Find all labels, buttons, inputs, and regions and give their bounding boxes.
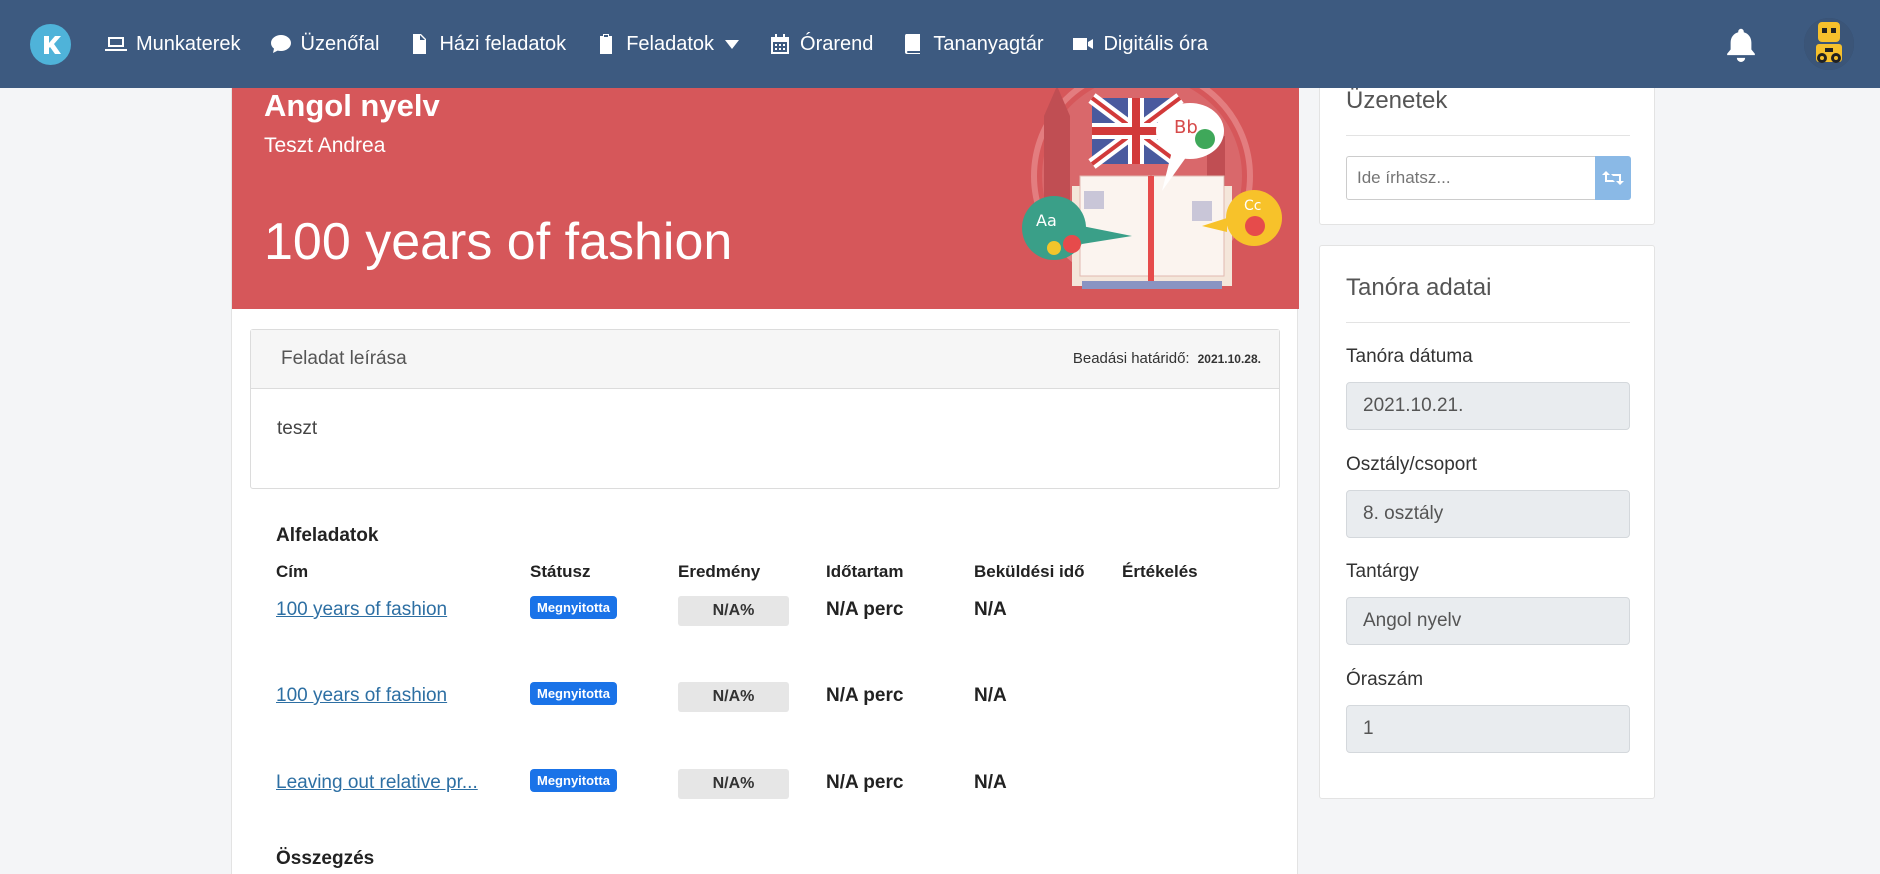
svg-text:Cc: Cc <box>1244 198 1261 214</box>
col-header-title: Cím <box>276 562 309 581</box>
lesson-info-title: Tanóra adatai <box>1346 274 1492 301</box>
nav-item-tananyagtar[interactable]: Tananyagtár <box>901 32 1043 56</box>
calendar-icon <box>771 34 790 54</box>
field-label-class: Osztály/csoport <box>1346 454 1477 475</box>
nav-label: Üzenőfal <box>300 32 380 55</box>
subtask-link[interactable]: 100 years of fashion <box>276 685 486 707</box>
banner-teacher: Teszt Andrea <box>264 134 386 157</box>
field-value-lesson-number: 1 <box>1346 705 1630 753</box>
field-label-subject: Tantárgy <box>1346 561 1419 582</box>
nav-label: Órarend <box>800 32 874 55</box>
card-title: Feladat leírása <box>281 348 407 369</box>
result-value: N/A% <box>678 682 789 712</box>
duration-value: N/A perc <box>826 685 904 706</box>
nav-label: Tananyagtár <box>933 32 1044 55</box>
nav-label: Házi feladatok <box>439 32 567 55</box>
subtask-link[interactable]: 100 years of fashion <box>276 599 486 621</box>
logo[interactable] <box>30 24 71 65</box>
caret-down-icon <box>725 40 740 49</box>
nav-item-feladatok[interactable]: Feladatok <box>594 32 740 56</box>
video-camera-icon <box>1073 38 1094 50</box>
message-input[interactable] <box>1346 156 1595 200</box>
nav-label: Feladatok <box>626 32 715 55</box>
field-value-subject: Angol nyelv <box>1346 597 1630 645</box>
book-icon <box>905 34 921 54</box>
result-value: N/A% <box>678 596 789 626</box>
field-label-date: Tanóra dátuma <box>1346 346 1473 367</box>
nav-label: Munkaterek <box>136 32 241 55</box>
nav-label: Digitális óra <box>1103 32 1208 55</box>
field-label-lesson-number: Óraszám <box>1346 669 1424 690</box>
duration-value: N/A perc <box>826 772 904 793</box>
english-illustration-icon: Bb Aa Cc <box>1022 88 1282 289</box>
status-badge: Megnyitotta <box>530 682 617 705</box>
avatar[interactable] <box>1804 18 1854 70</box>
banner-title: 100 years of fashion <box>264 213 733 271</box>
nav-item-orarend[interactable]: Órarend <box>768 32 873 56</box>
subtask-link[interactable]: Leaving out relative pr... <box>276 772 486 794</box>
divider <box>1346 322 1630 323</box>
lesson-banner: Angol nyelv Teszt Andrea 100 years of fa… <box>232 88 1299 309</box>
col-header-status: Státusz <box>530 562 591 581</box>
task-description: teszt <box>277 418 318 439</box>
result-value: N/A% <box>678 769 789 799</box>
duration-value: N/A perc <box>826 599 904 620</box>
messages-panel: Üzenetek <box>1319 66 1655 225</box>
nav-item-uzenofal[interactable]: Üzenőfal <box>269 32 380 56</box>
chat-icon <box>270 35 291 53</box>
col-header-rating: Értékelés <box>1122 562 1198 581</box>
summary-title: Összegzés <box>276 848 375 869</box>
k-logo-icon <box>43 35 61 54</box>
laptop-icon <box>105 37 127 51</box>
field-value-date: 2021.10.21. <box>1346 382 1630 430</box>
deadline-value: 2021.10.28. <box>1197 352 1261 366</box>
field-value-class: 8. osztály <box>1346 490 1630 538</box>
lesson-info-panel: Tanóra adatai Tanóra dátuma 2021.10.21. … <box>1319 245 1655 799</box>
clipboard-icon <box>600 34 613 54</box>
top-navbar: Munkaterek Üzenőfal Házi feladatok Felad… <box>0 0 1880 88</box>
banner-subject: Angol nyelv <box>264 88 440 123</box>
sent-time-value: N/A <box>974 685 1007 706</box>
status-badge: Megnyitotta <box>530 596 617 619</box>
retweet-icon <box>1602 171 1624 185</box>
svg-text:Bb: Bb <box>1174 117 1198 138</box>
nav-item-hazi-feladatok[interactable]: Házi feladatok <box>407 32 566 56</box>
notifications-bell[interactable] <box>1724 26 1758 62</box>
messages-title: Üzenetek <box>1346 87 1448 114</box>
deadline: Beadási határidő: 2021.10.28. <box>1073 350 1261 367</box>
sent-time-value: N/A <box>974 772 1007 793</box>
col-header-sent-time: Beküldési idő <box>974 562 1085 581</box>
svg-text:Aa: Aa <box>1036 211 1057 230</box>
robot-avatar-icon <box>1804 18 1854 70</box>
nav-item-munkaterek[interactable]: Munkaterek <box>104 32 241 56</box>
main-content: Angol nyelv Teszt Andrea 100 years of fa… <box>231 88 1299 874</box>
send-message-button[interactable] <box>1595 156 1631 200</box>
sent-time-value: N/A <box>974 599 1007 620</box>
col-header-result: Eredmény <box>678 562 761 581</box>
col-header-duration: Időtartam <box>826 562 904 581</box>
document-icon <box>413 34 427 54</box>
subtasks-title: Alfeladatok <box>276 525 379 546</box>
nav-item-digitalis-ora[interactable]: Digitális óra <box>1071 32 1208 56</box>
bell-icon <box>1727 28 1755 62</box>
task-description-card: Feladat leírása Beadási határidő: 2021.10… <box>250 329 1280 489</box>
divider <box>1346 135 1630 136</box>
deadline-label: Beadási határidő: <box>1072 350 1190 367</box>
status-badge: Megnyitotta <box>530 769 617 792</box>
card-header: Feladat leírása Beadási határidő: 2021.10… <box>251 330 1279 389</box>
